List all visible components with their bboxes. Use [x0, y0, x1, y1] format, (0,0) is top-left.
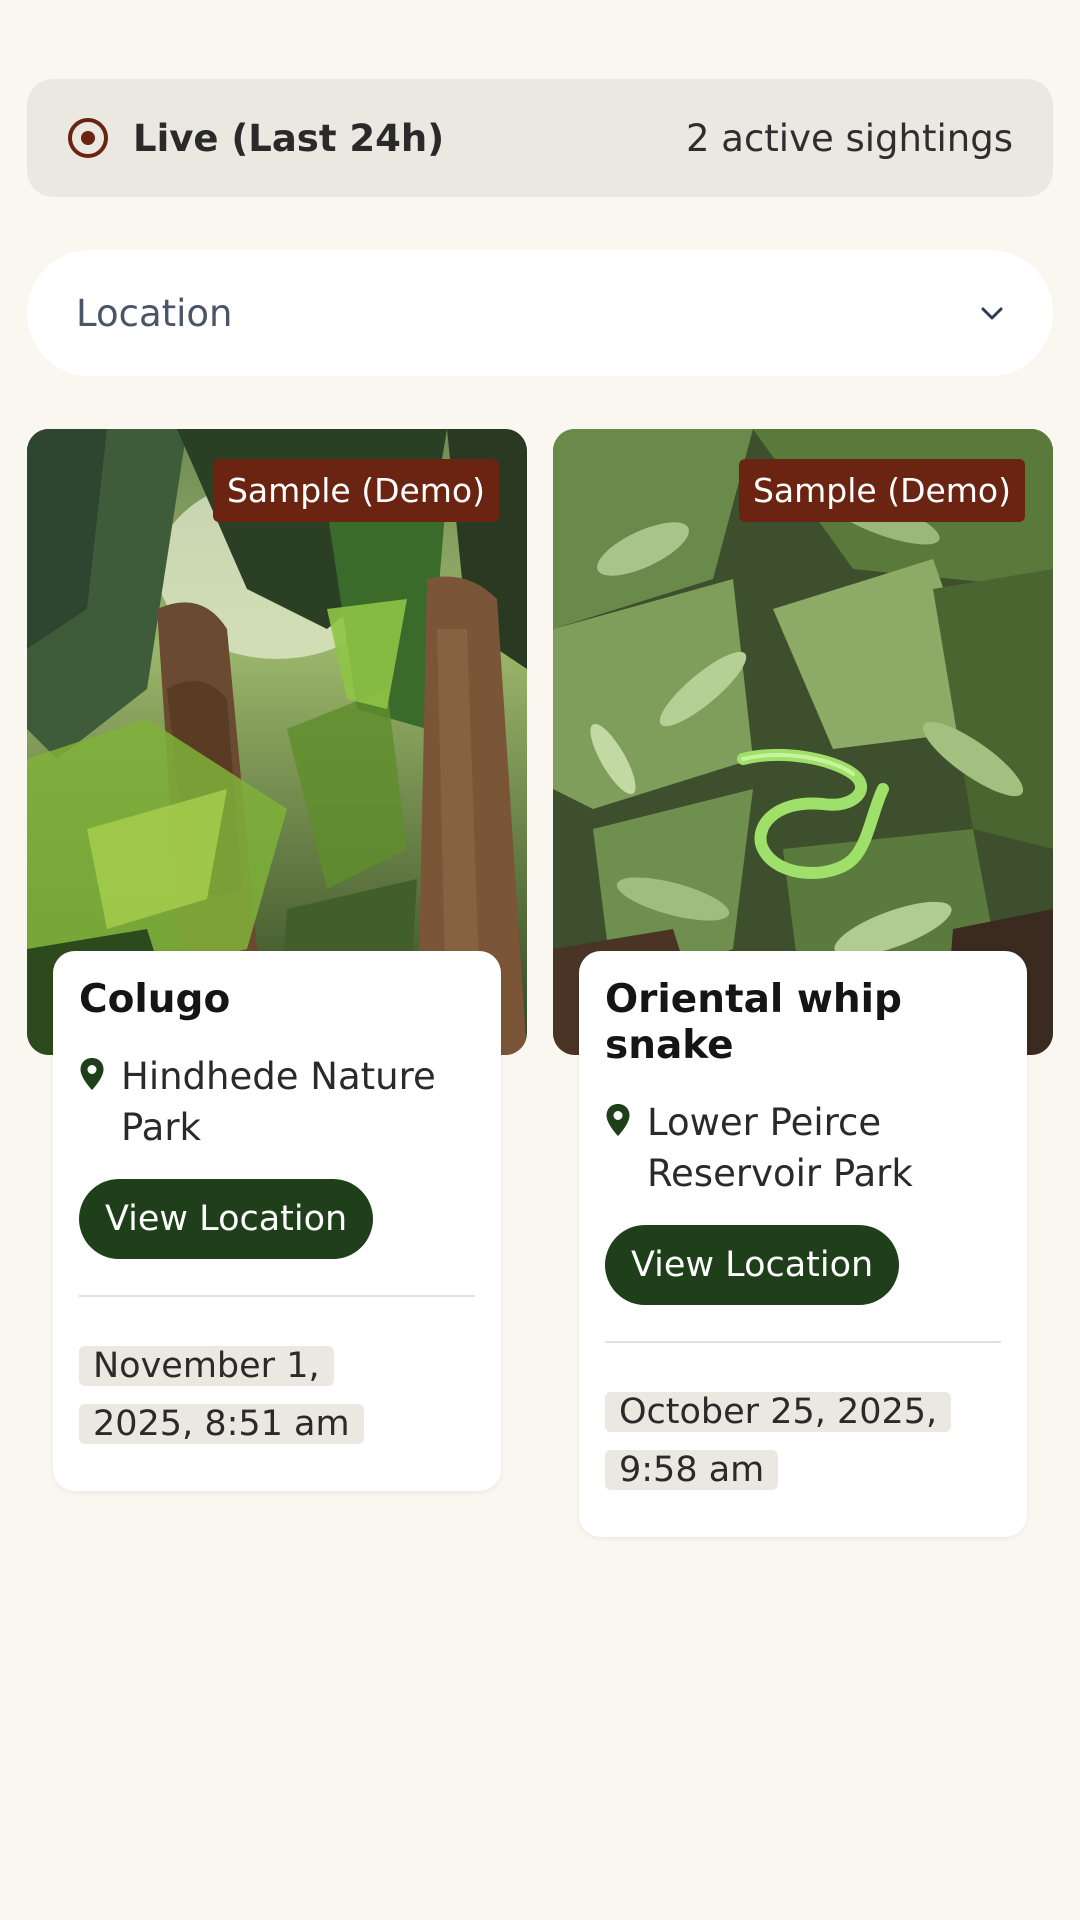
location-name: Hindhede Nature Park — [121, 1055, 436, 1149]
sighting-info-panel: Colugo Hindhede Nature Park View Locatio… — [53, 951, 501, 1491]
species-name: Oriental whip snake — [605, 977, 902, 1068]
timestamp: November 1, 2025, 8:51 am — [79, 1337, 419, 1453]
divider — [79, 1295, 475, 1297]
sighting-info-panel: Oriental whip snake Lower Peirce Reservo… — [579, 951, 1027, 1537]
location-filter-dropdown[interactable]: Location — [27, 250, 1053, 376]
demo-badge: Sample (Demo) — [212, 459, 499, 522]
timestamp: October 25, 2025, 9:58 am — [605, 1383, 952, 1499]
location-filter-label: Location — [76, 291, 233, 335]
demo-badge: Sample (Demo) — [738, 459, 1025, 522]
divider — [605, 1341, 1001, 1343]
sighting-card[interactable]: Sample (Demo) Colugo Hindhede Nature Par… — [27, 429, 527, 1491]
location-row: Hindhede Nature Park — [79, 1051, 475, 1153]
species-name: Colugo — [79, 977, 231, 1022]
view-location-button[interactable]: View Location — [605, 1225, 900, 1305]
chevron-down-icon — [981, 307, 1003, 320]
location-row: Lower Peirce Reservoir Park — [605, 1097, 1001, 1199]
map-pin-icon — [80, 1058, 104, 1090]
active-sightings-count: 2 active sightings — [685, 116, 1013, 160]
timestamp-chip: November 1, 2025, 8:51 am — [79, 1346, 364, 1444]
live-status-bar: Live (Last 24h) 2 active sightings — [27, 79, 1053, 197]
target-icon — [68, 118, 108, 158]
view-location-button[interactable]: View Location — [79, 1179, 374, 1259]
map-pin-icon — [606, 1104, 630, 1136]
timestamp-chip: October 25, 2025, 9:58 am — [605, 1392, 952, 1490]
sighting-card[interactable]: Sample (Demo) Oriental whip snake Lower … — [553, 429, 1053, 1537]
live-label: Live (Last 24h) — [133, 116, 445, 160]
location-name: Lower Peirce Reservoir Park — [647, 1101, 913, 1195]
